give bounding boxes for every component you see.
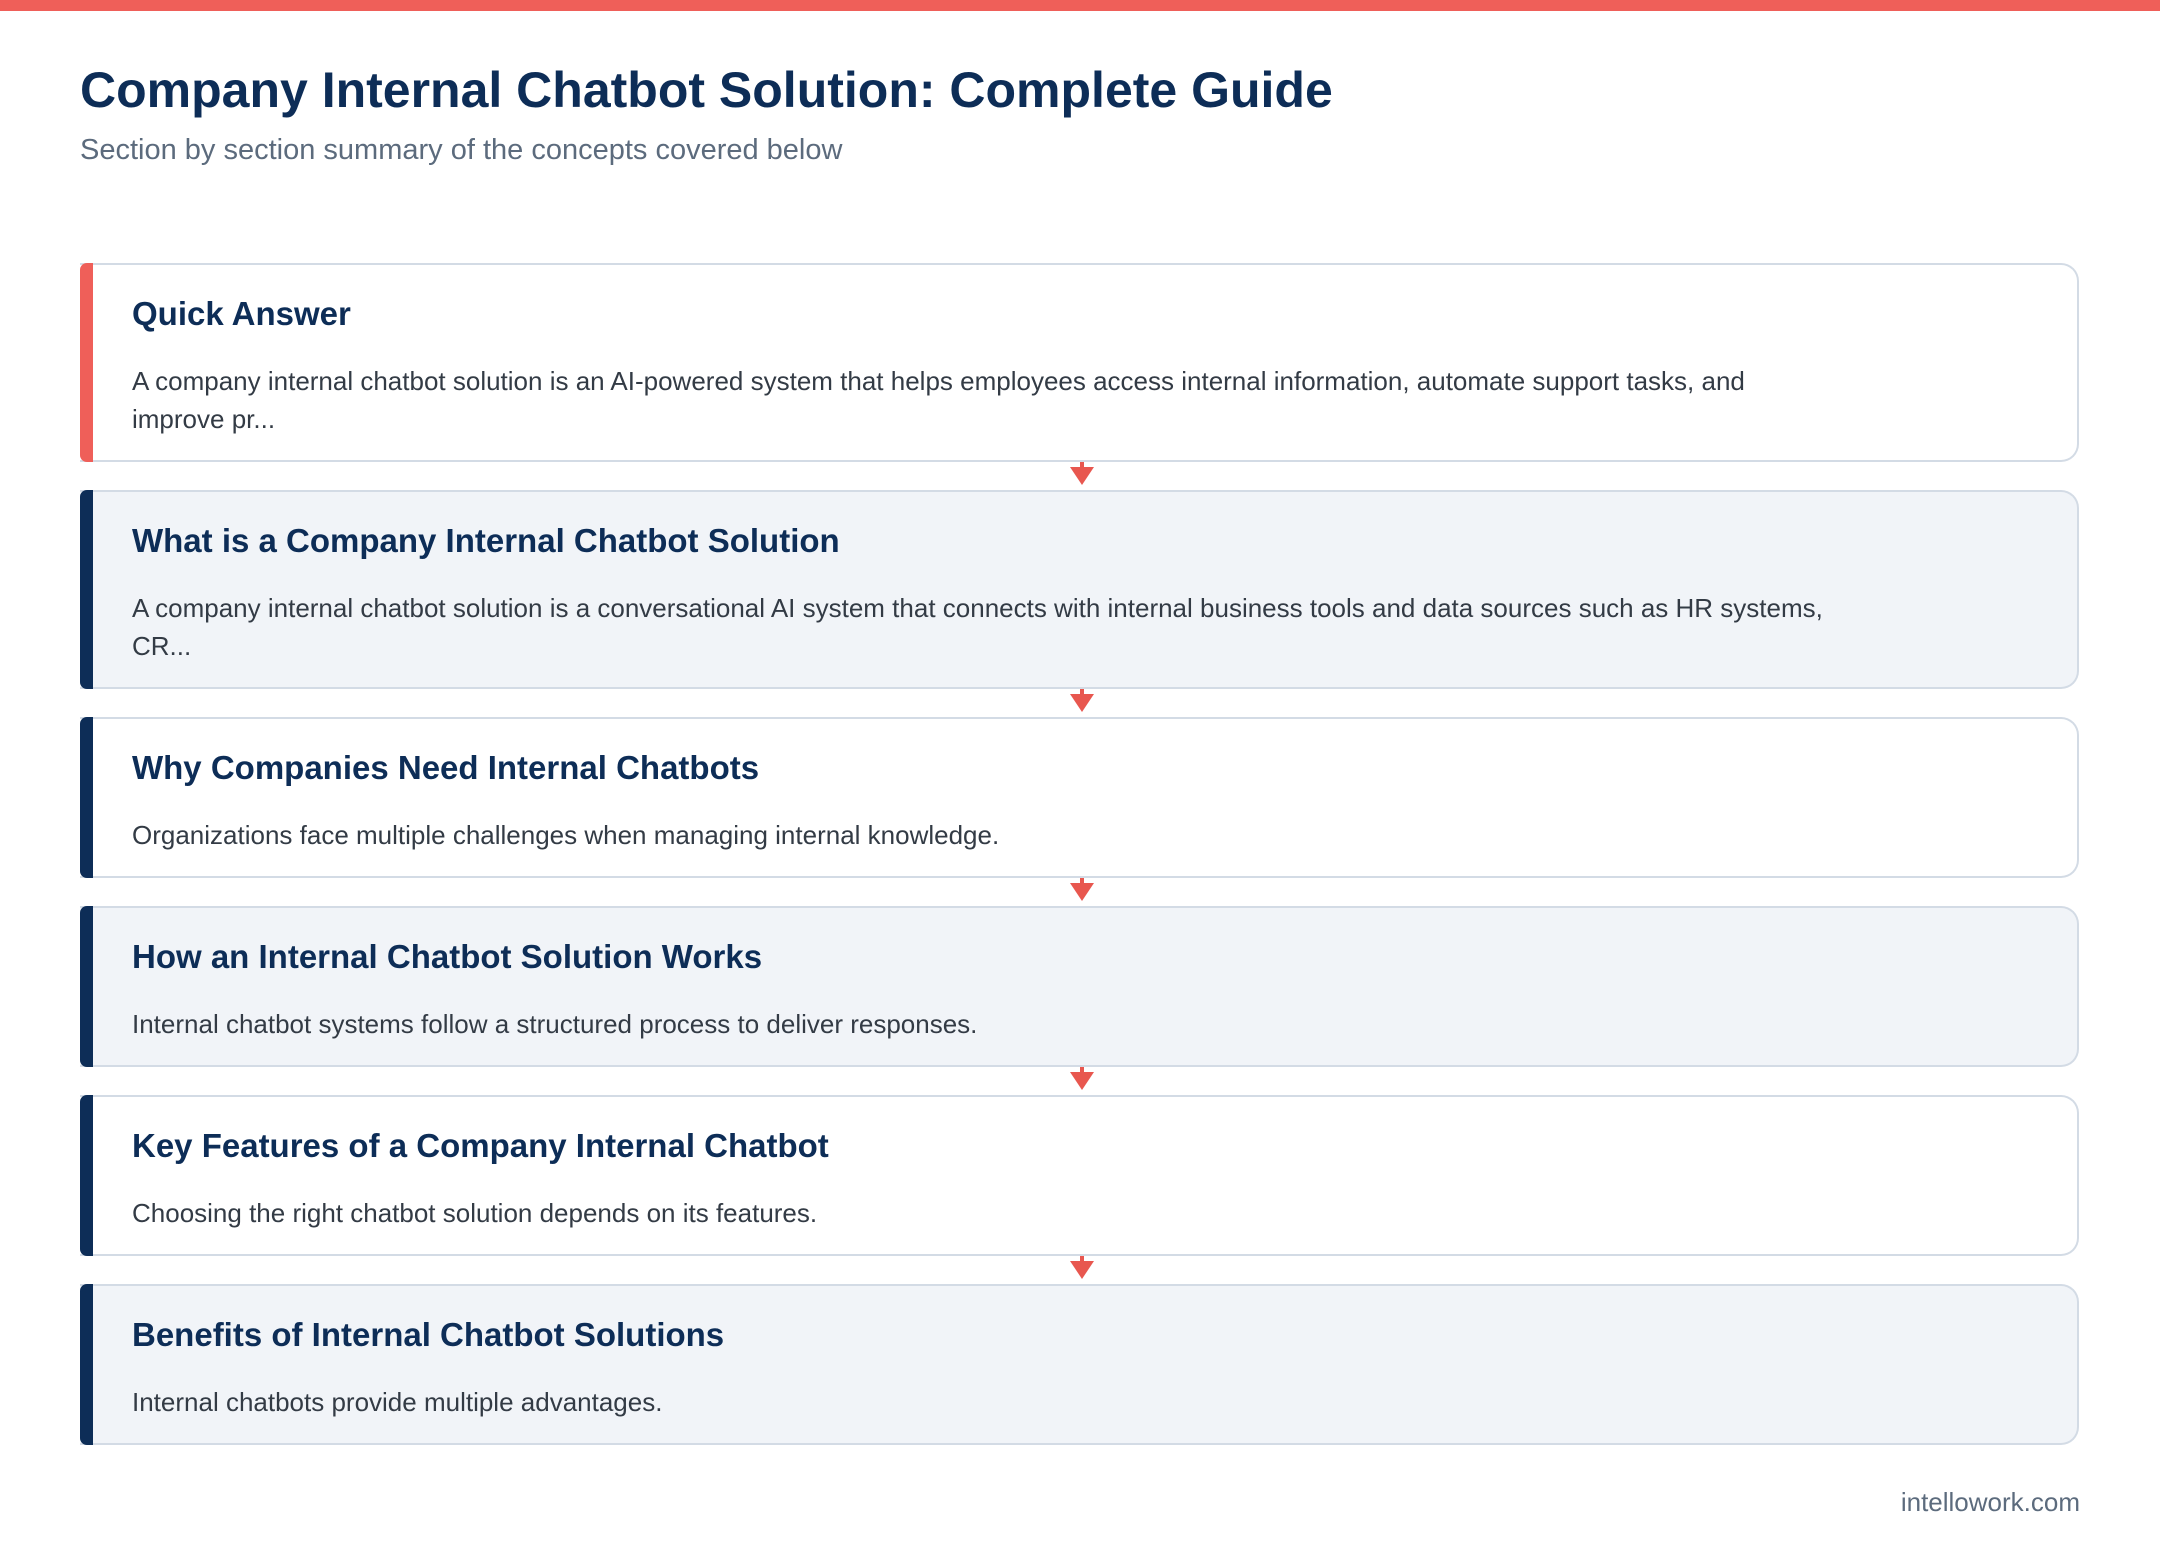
section-summary: A company internal chatbot solution is a… (132, 366, 1745, 434)
footer-brand: intellowork.com (1900, 1487, 2080, 1517)
section-title: Quick Answer (132, 295, 351, 332)
section-card-how-works: How an Internal Chatbot Solution Works I… (80, 906, 2079, 1067)
section-card-key-features: Key Features of a Company Internal Chatb… (80, 1095, 2079, 1256)
section-title: How an Internal Chatbot Solution Works (132, 938, 763, 975)
section-summary: Internal chatbot systems follow a struct… (132, 1009, 978, 1039)
section-card-quick-answer: Quick Answer A company internal chatbot … (80, 263, 2079, 462)
section-accent-bar (80, 1284, 93, 1445)
page-title: Company Internal Chatbot Solution: Compl… (80, 62, 1333, 118)
section-accent-bar (80, 490, 93, 689)
arrow-down-icon (1070, 883, 1094, 901)
section-title: What is a Company Internal Chatbot Solut… (132, 522, 840, 559)
section-title: Why Companies Need Internal Chatbots (132, 749, 760, 786)
arrow-down-icon (1070, 1072, 1094, 1090)
section-card-what-is: What is a Company Internal Chatbot Solut… (80, 490, 2079, 689)
arrow-down-icon (1070, 1261, 1094, 1279)
arrow-down-icon (1070, 694, 1094, 712)
top-accent-bar (0, 0, 2160, 11)
section-summary: Organizations face multiple challenges w… (132, 820, 1000, 850)
section-accent-bar (80, 1095, 93, 1256)
flow-connector (80, 878, 2079, 906)
section-summary: Choosing the right chatbot solution depe… (132, 1198, 818, 1228)
section-title: Key Features of a Company Internal Chatb… (132, 1127, 829, 1164)
section-accent-bar (80, 263, 93, 462)
flow-connector (80, 1067, 2079, 1095)
arrow-down-icon (1070, 467, 1094, 485)
section-summary: A company internal chatbot solution is a… (132, 593, 1823, 661)
section-title: Benefits of Internal Chatbot Solutions (132, 1316, 725, 1353)
flow-connector (80, 462, 2079, 490)
section-accent-bar (80, 717, 93, 878)
section-accent-bar (80, 906, 93, 1067)
flow-connector (80, 1256, 2079, 1284)
section-summary: Internal chatbots provide multiple advan… (132, 1387, 663, 1417)
section-flow: Quick Answer A company internal chatbot … (80, 263, 2079, 1445)
page-subtitle: Section by section summary of the concep… (80, 134, 843, 166)
section-card-why-need: Why Companies Need Internal Chatbots Org… (80, 717, 2079, 878)
flow-connector (80, 689, 2079, 717)
section-card-benefits: Benefits of Internal Chatbot Solutions I… (80, 1284, 2079, 1445)
